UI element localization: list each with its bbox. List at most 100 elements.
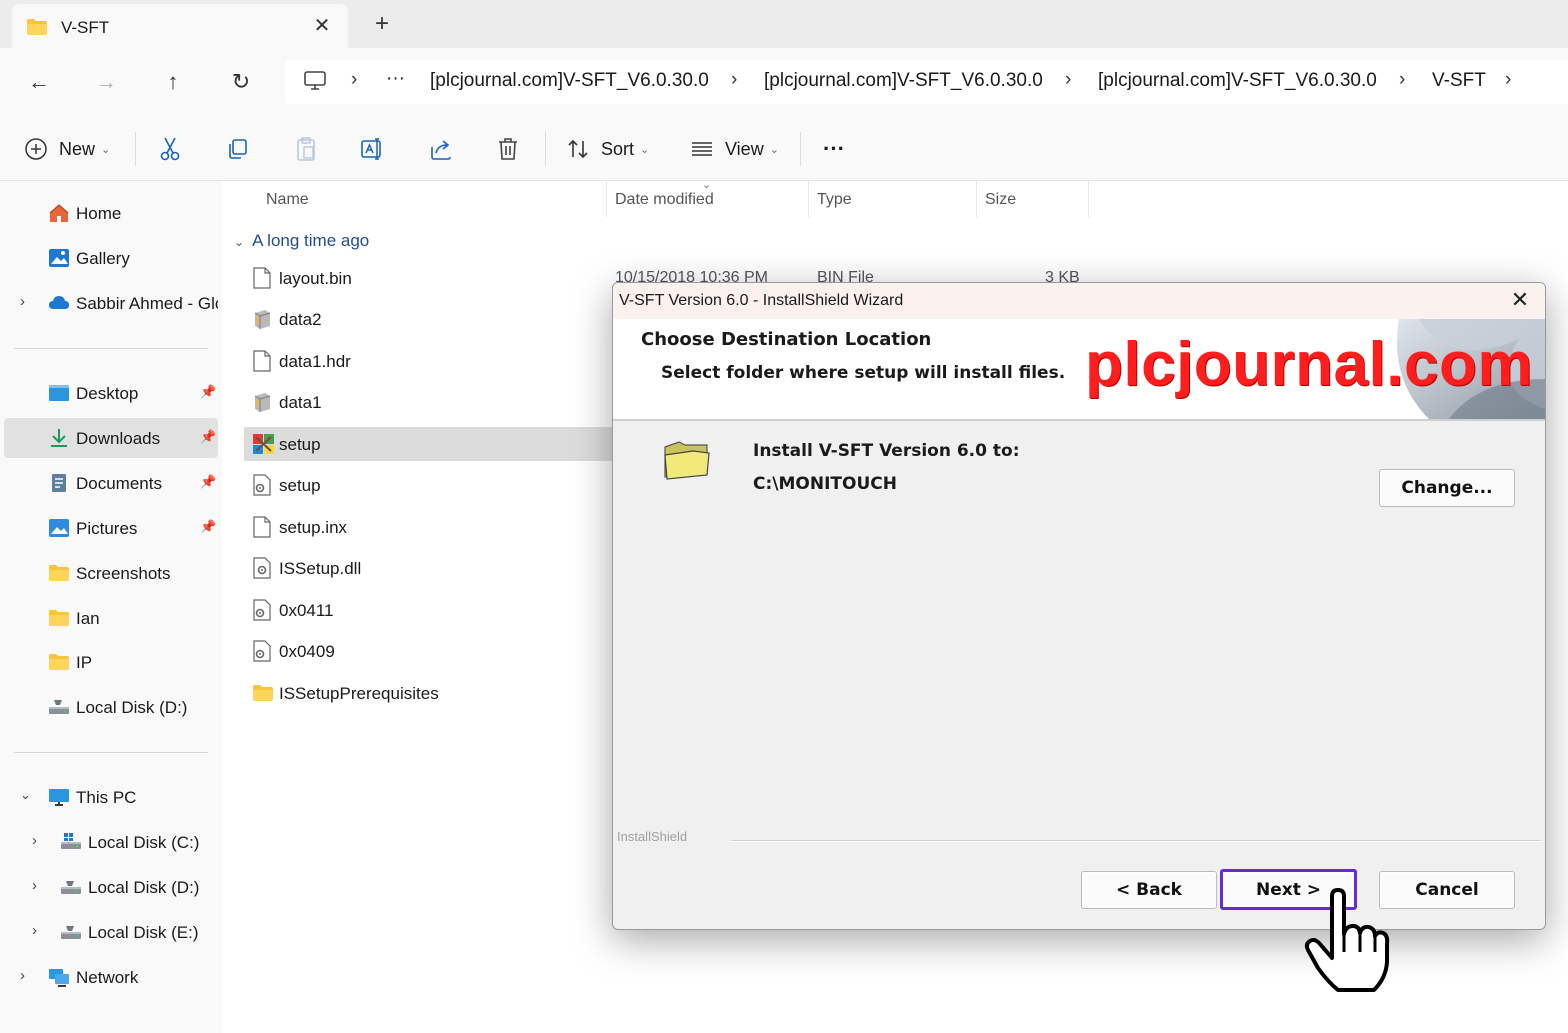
- breadcrumb-item[interactable]: V-SFT: [1432, 70, 1486, 92]
- tab-close-icon[interactable]: ✕: [308, 12, 336, 40]
- breadcrumb-overflow[interactable]: ···: [386, 68, 405, 90]
- file-row[interactable]: data2: [244, 302, 634, 336]
- file-row[interactable]: 0x0411: [244, 593, 634, 627]
- pin-icon[interactable]: 📌: [200, 519, 216, 535]
- file-row-selected[interactable]: setup: [244, 427, 634, 461]
- sidebar-item-downloads[interactable]: Downloads 📌: [4, 418, 218, 458]
- more-options-button[interactable]: ···: [823, 132, 845, 166]
- column-header-type[interactable]: Type: [817, 191, 852, 209]
- breadcrumb-item[interactable]: [plcjournal.com]V-SFT_V6.0.30.0: [430, 70, 709, 92]
- cancel-button[interactable]: Cancel: [1379, 871, 1515, 909]
- back-arrow-icon[interactable]: ←: [21, 64, 57, 100]
- pin-icon[interactable]: 📌: [200, 429, 216, 445]
- column-header-name[interactable]: Name: [266, 191, 309, 209]
- sidebar-item-documents[interactable]: Documents 📌: [4, 463, 218, 503]
- refresh-icon[interactable]: ↻: [223, 64, 259, 100]
- home-icon: [49, 204, 69, 222]
- breadcrumb-separator[interactable]: ›: [1399, 69, 1405, 91]
- forward-arrow-icon[interactable]: →: [88, 64, 124, 100]
- column-header-size[interactable]: Size: [985, 191, 1016, 209]
- chevron-right-icon[interactable]: ›: [32, 922, 37, 939]
- installshield-brand: InstallShield: [617, 829, 688, 844]
- sidebar-item-pictures[interactable]: Pictures 📌: [4, 508, 218, 548]
- paste-button[interactable]: [294, 132, 318, 166]
- new-tab-button[interactable]: +: [368, 10, 396, 38]
- column-divider[interactable]: [606, 181, 607, 217]
- file-name: setup: [279, 435, 321, 454]
- file-row[interactable]: data1: [244, 385, 634, 419]
- rename-button[interactable]: [360, 132, 386, 166]
- file-row[interactable]: 0x0409: [244, 634, 634, 668]
- back-button[interactable]: < Back: [1081, 871, 1217, 909]
- delete-button[interactable]: [496, 132, 520, 166]
- file-row[interactable]: ISSetupPrerequisites: [244, 676, 634, 710]
- file-row[interactable]: setup.inx: [244, 510, 634, 544]
- breadcrumb-item[interactable]: [plcjournal.com]V-SFT_V6.0.30.0: [764, 70, 1043, 92]
- sidebar-item-local-disk-d[interactable]: Local Disk (D:): [4, 687, 218, 727]
- sidebar-item-ian[interactable]: Ian: [4, 598, 218, 638]
- windows-drive-icon: [61, 833, 81, 849]
- file-row[interactable]: setup: [244, 468, 634, 502]
- file-row[interactable]: data1.hdr: [244, 344, 634, 378]
- breadcrumb-separator[interactable]: ›: [351, 69, 357, 91]
- column-header-date[interactable]: Date modified: [615, 191, 714, 209]
- sidebar-item-onedrive[interactable]: › Sabbir Ahmed - Glo: [4, 283, 218, 323]
- file-row[interactable]: layout.bin: [244, 261, 634, 295]
- file-name: ISSetup.dll: [279, 559, 362, 578]
- chevron-right-icon[interactable]: ›: [32, 832, 37, 849]
- sidebar-item-label: Documents: [76, 474, 162, 493]
- watermark-text: plcjournal.com: [1085, 330, 1533, 399]
- dialog-close-icon[interactable]: ✕: [1507, 287, 1533, 313]
- new-button[interactable]: New ⌄: [24, 132, 110, 166]
- file-icon: [253, 516, 271, 538]
- sidebar-item-local-disk-c[interactable]: › Local Disk (C:): [4, 822, 218, 862]
- breadcrumb-separator[interactable]: ›: [731, 69, 737, 91]
- breadcrumb-item[interactable]: [plcjournal.com]V-SFT_V6.0.30.0: [1098, 70, 1377, 92]
- sidebar-item-label: Desktop: [76, 384, 139, 403]
- column-divider[interactable]: [808, 181, 809, 217]
- up-arrow-icon[interactable]: ↑: [155, 64, 191, 100]
- sidebar-item-screenshots[interactable]: Screenshots: [4, 553, 218, 593]
- chevron-right-icon[interactable]: ›: [20, 967, 25, 984]
- title-bar: V-SFT ✕ +: [0, 0, 1568, 48]
- dialog-subheading: Select folder where setup will install f…: [661, 363, 1066, 383]
- share-icon: [431, 140, 451, 160]
- breadcrumb-separator[interactable]: ›: [1065, 69, 1071, 91]
- pin-icon[interactable]: 📌: [200, 474, 216, 490]
- share-button[interactable]: [428, 132, 454, 166]
- column-divider[interactable]: [976, 181, 977, 217]
- column-divider[interactable]: [1088, 181, 1089, 217]
- chevron-down-icon: ⌄: [234, 235, 245, 249]
- change-button[interactable]: Change...: [1379, 469, 1515, 507]
- sidebar-item-local-disk-e[interactable]: › Local Disk (E:): [4, 912, 218, 952]
- group-header[interactable]: ⌄ A long time ago: [234, 231, 369, 251]
- chevron-right-icon[interactable]: ›: [20, 293, 25, 310]
- sort-label: Sort: [601, 138, 635, 159]
- file-row[interactable]: ISSetup.dll: [244, 551, 634, 585]
- sidebar-item-gallery[interactable]: Gallery: [4, 238, 218, 278]
- sidebar-item-local-disk-d-pc[interactable]: › Local Disk (D:): [4, 867, 218, 907]
- copy-button[interactable]: [226, 132, 250, 166]
- chevron-down-icon[interactable]: ⌄: [20, 787, 31, 803]
- cabinet-file-icon: [254, 393, 271, 412]
- trash-icon: [499, 138, 517, 160]
- sidebar-item-this-pc[interactable]: ⌄ This PC: [4, 777, 218, 817]
- sidebar-item-home[interactable]: Home: [4, 193, 218, 233]
- sidebar-item-network[interactable]: › Network: [4, 957, 218, 997]
- tab-v-sft[interactable]: V-SFT ✕: [12, 4, 348, 48]
- monitor-icon[interactable]: [303, 70, 327, 92]
- pin-icon[interactable]: 📌: [200, 384, 216, 400]
- view-button[interactable]: View ⌄: [690, 132, 779, 166]
- dialog-title-bar[interactable]: V-SFT Version 6.0 - InstallShield Wizard…: [613, 283, 1545, 319]
- file-name: layout.bin: [279, 269, 352, 288]
- sidebar-item-ip[interactable]: IP: [4, 642, 218, 682]
- sidebar-item-desktop[interactable]: Desktop 📌: [4, 373, 218, 413]
- chevron-right-icon[interactable]: ›: [32, 877, 37, 894]
- address-bar-row: ← → ↑ ↻ › ··· [plcjournal.com]V-SFT_V6.0…: [0, 48, 1568, 116]
- file-name: setup.inx: [279, 518, 348, 537]
- address-bar[interactable]: › ··· [plcjournal.com]V-SFT_V6.0.30.0 › …: [285, 60, 1568, 104]
- breadcrumb-separator[interactable]: ›: [1505, 69, 1511, 91]
- plus-circle-icon: [25, 138, 47, 160]
- cut-button[interactable]: [158, 132, 182, 166]
- sort-button[interactable]: Sort ⌄: [566, 132, 649, 166]
